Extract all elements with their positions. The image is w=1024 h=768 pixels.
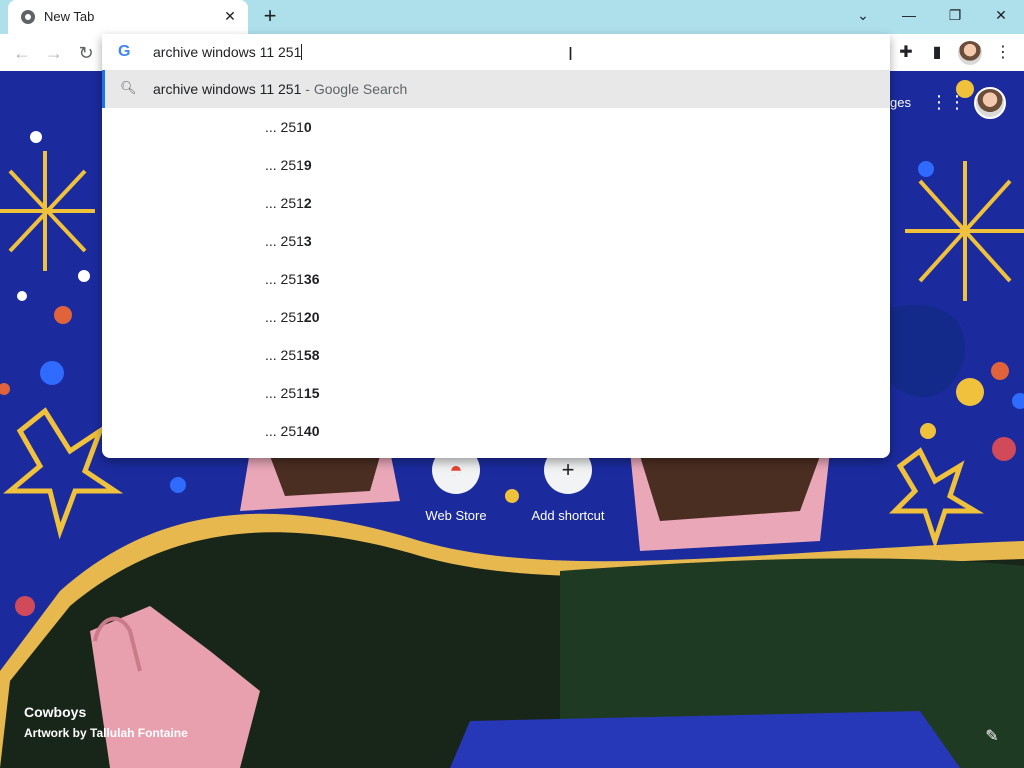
- forward-button[interactable]: →: [40, 39, 68, 67]
- search-icon: 🔍︎: [120, 80, 137, 95]
- suggestion-text: ... 25136: [265, 271, 320, 287]
- shortcut-label: Add shortcut: [531, 508, 605, 523]
- title-bar: New Tab ✕ + ⌄ — ❐ ✕: [0, 0, 1024, 34]
- chrome-icon: [21, 10, 35, 24]
- suggestion-row[interactable]: ... 25136: [102, 260, 890, 298]
- restore-button[interactable]: ❐: [932, 0, 978, 30]
- tab-search-chevron-icon[interactable]: ⌄: [840, 0, 886, 30]
- suggestion-search-row[interactable]: 🔍︎ archive windows 11 251 - Google Searc…: [102, 70, 890, 108]
- google-icon: G: [118, 43, 131, 60]
- suggestion-prefix: ... 251: [265, 423, 304, 439]
- suggestion-row[interactable]: ... 25115: [102, 374, 890, 412]
- suggestion-text: ... 2519: [265, 157, 312, 173]
- suggestion-completion: 3: [303, 233, 312, 249]
- suggestion-completion: 20: [303, 309, 320, 325]
- suggestion-row[interactable]: ... 2512: [102, 184, 890, 222]
- suggestion-row[interactable]: ... 2510: [102, 108, 890, 146]
- suggestion-prefix: ... 251: [265, 119, 304, 135]
- profile-avatar[interactable]: [958, 41, 982, 65]
- shortcut-web-store[interactable]: ◓ Web Store: [406, 446, 506, 526]
- background-artist[interactable]: Artwork by Tallulah Fontaine: [24, 726, 188, 740]
- side-panel-icon[interactable]: ▮: [924, 40, 950, 66]
- apps-grid-icon[interactable]: ⋮⋮: [930, 91, 966, 113]
- suggestion-text: ... 25120: [265, 309, 320, 325]
- suggestion-text: ... 25158: [265, 347, 320, 363]
- suggestion-query: archive windows 11 251: [153, 81, 302, 97]
- tab-close-icon[interactable]: ✕: [220, 6, 240, 26]
- suggestion-text: ... 2510: [265, 119, 312, 135]
- background-title[interactable]: Cowboys: [24, 704, 86, 720]
- suggestion-text: ... 25115: [265, 385, 320, 401]
- tab-title: New Tab: [44, 9, 95, 24]
- add-shortcut-button[interactable]: + Add shortcut: [518, 446, 618, 526]
- customize-pencil-icon[interactable]: ✎: [980, 725, 1004, 749]
- suggestion-row[interactable]: ... 25120: [102, 298, 890, 336]
- suggestion-prefix: ... 251: [265, 309, 304, 325]
- suggestion-completion: 40: [303, 423, 320, 439]
- omnibox-dropdown: G archive windows 11 251 I 🔍︎ archive wi…: [102, 34, 890, 458]
- ibeam-cursor-icon: I: [568, 44, 574, 64]
- address-input[interactable]: archive windows 11 251: [153, 44, 303, 60]
- text-caret: [301, 44, 303, 60]
- address-input-text: archive windows 11 251: [153, 44, 302, 60]
- suggestion-prefix: ... 251: [265, 271, 304, 287]
- back-button[interactable]: ←: [8, 39, 36, 67]
- reload-button[interactable]: ↻: [72, 39, 100, 67]
- suggestion-text: ... 2513: [265, 233, 312, 249]
- suggestion-prefix: ... 251: [265, 233, 304, 249]
- suggestion-row[interactable]: ... 2519: [102, 146, 890, 184]
- address-bar[interactable]: G archive windows 11 251 I: [102, 34, 890, 70]
- suggestion-completion: 58: [303, 347, 320, 363]
- suggestion-prefix: ... 251: [265, 347, 304, 363]
- suggestion-completion: 0: [303, 119, 312, 135]
- suggestion-text: ... 2512: [265, 195, 312, 211]
- suggestion-completion: 36: [303, 271, 320, 287]
- suggestion-prefix: ... 251: [265, 195, 304, 211]
- suggestion-prefix: ... 251: [265, 385, 304, 401]
- minimize-button[interactable]: —: [886, 0, 932, 30]
- suggestion-text: ... 25140: [265, 423, 320, 439]
- suggestion-completion: 9: [303, 157, 312, 173]
- menu-icon[interactable]: ⋮: [990, 40, 1016, 66]
- suggestion-row[interactable]: ... 25158: [102, 336, 890, 374]
- suggestion-row[interactable]: ... 2513: [102, 222, 890, 260]
- suggestion-text: archive windows 11 251 - Google Search: [153, 81, 407, 97]
- tab-new-tab[interactable]: New Tab ✕: [8, 0, 248, 34]
- suggestion-suffix: - Google Search: [301, 81, 408, 97]
- suggestion-prefix: ... 251: [265, 157, 304, 173]
- images-link[interactable]: ges: [890, 95, 911, 110]
- close-window-button[interactable]: ✕: [978, 0, 1024, 30]
- shortcut-label: Web Store: [425, 508, 487, 523]
- suggestion-row[interactable]: ... 25140: [102, 412, 890, 450]
- new-tab-button[interactable]: +: [258, 4, 282, 28]
- extensions-icon[interactable]: ✚: [893, 40, 919, 66]
- ntp-profile-avatar[interactable]: [974, 87, 1006, 119]
- suggestion-completion: 15: [303, 385, 320, 401]
- suggestion-completion: 2: [303, 195, 312, 211]
